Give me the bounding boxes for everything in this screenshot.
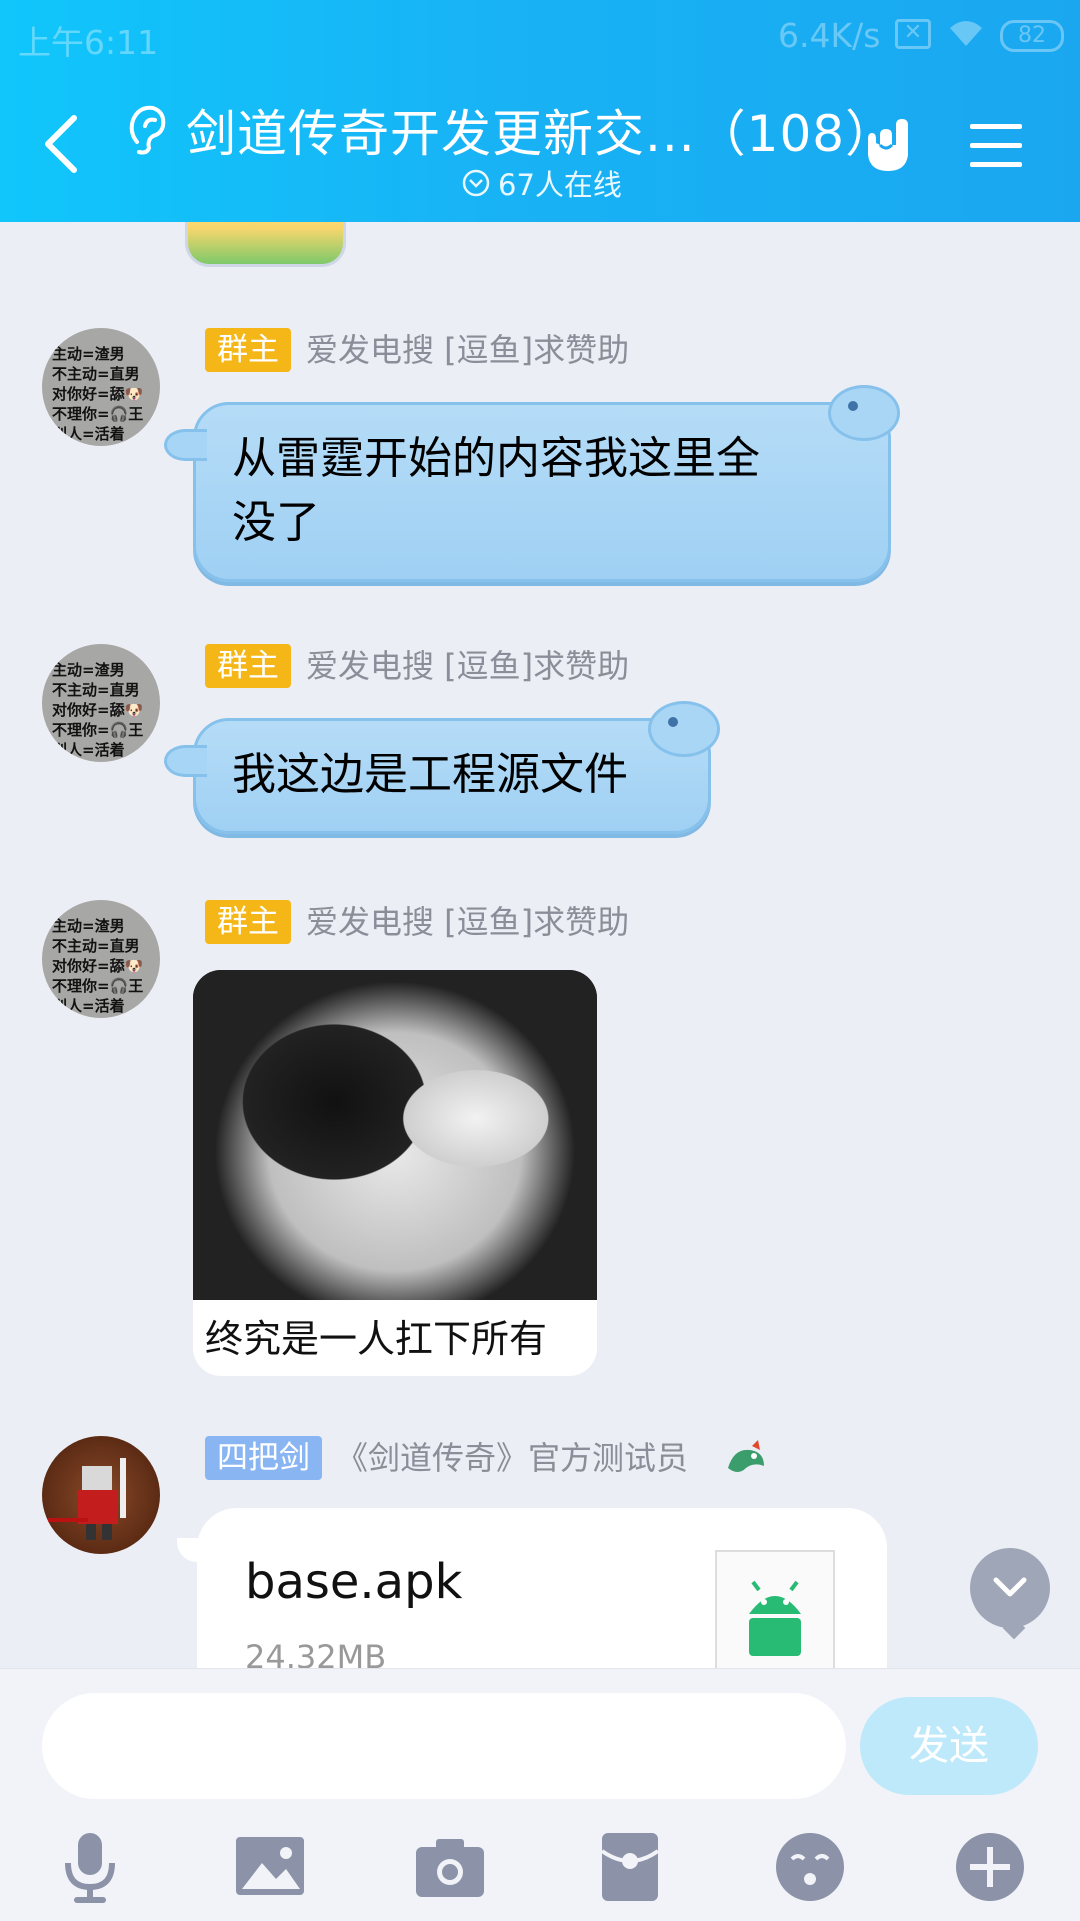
dragon-icon: [728, 1440, 764, 1472]
status-time: 上午6:11: [18, 23, 159, 62]
pixel-warrior-avatar: [48, 1458, 126, 1540]
sim-icon: ✕: [895, 19, 931, 49]
input-panel: 发送: [0, 1668, 1080, 1921]
owner-badge: 群主: [205, 644, 291, 688]
message-input[interactable]: [42, 1693, 846, 1799]
file-message-card[interactable]: base.apk 24.32MB: [177, 1508, 887, 1668]
owner-badge: 群主: [205, 328, 291, 372]
sender-name[interactable]: 《剑道传奇》官方测试员: [336, 1436, 688, 1480]
meme-caption: 终究是一人扛下所有: [205, 1317, 548, 1361]
chevron-down-icon: [993, 1577, 1027, 1597]
chat-list[interactable]: 主动=渣男 不主动=直男 对你好=舔🐶 不理你=🎧王 别人=活着 群主 爱发电搜…: [0, 222, 1080, 1668]
avatar[interactable]: 主动=渣男 不主动=直男 对你好=舔🐶 不理你=🎧王 别人=活着: [42, 900, 160, 1018]
back-button[interactable]: [40, 112, 84, 176]
message-bubble[interactable]: 从雷霆开始的内容我这里全 没了: [164, 385, 900, 582]
wifi-icon: [950, 21, 982, 46]
avatar[interactable]: 主动=渣男 不主动=直男 对你好=舔🐶 不理你=🎧王 别人=活着: [42, 644, 160, 762]
bubble-decoration: [648, 701, 720, 757]
bubble-decoration: [828, 385, 900, 441]
bubble-decoration-eye: [848, 401, 858, 411]
message-text: 我这边是工程源文件: [232, 749, 628, 800]
avatar-text: 主动=渣男 不主动=直男 对你好=舔🐶 不理你=🎧王 别人=活着: [52, 917, 144, 1015]
ear-icon[interactable]: [125, 102, 169, 156]
network-speed: 6.4K/s: [778, 16, 881, 55]
status-bar: 上午6:11 6.4K/s ✕ 82: [0, 0, 1080, 74]
file-name: base.apk: [245, 1554, 463, 1610]
chevron-circle-icon: [462, 169, 490, 197]
bubble-tail: [164, 745, 207, 777]
member-badge: 四把剑: [205, 1436, 322, 1480]
message-text: 从雷霆开始的内容我这里全: [232, 433, 760, 484]
rock-hand-icon[interactable]: [858, 115, 920, 177]
sticker-image-partial[interactable]: [185, 222, 346, 267]
bubble-tail: [164, 429, 207, 461]
sender-name[interactable]: 爱发电搜 [逗鱼]求赞助: [306, 900, 629, 944]
avatar-text: 主动=渣男 不主动=直男 对你好=舔🐶 不理你=🎧王 别人=活着: [52, 345, 144, 443]
owner-badge: 群主: [205, 900, 291, 944]
menu-icon[interactable]: [968, 118, 1024, 174]
message-text: 没了: [232, 497, 320, 548]
file-size: 24.32MB: [245, 1638, 387, 1668]
avatar[interactable]: [42, 1436, 160, 1554]
sender-name[interactable]: 爱发电搜 [逗鱼]求赞助: [306, 644, 629, 688]
red-packet-icon[interactable]: [590, 1827, 670, 1907]
page-title: 剑道传奇开发更新交...（108）: [186, 105, 897, 163]
chat-header: 上午6:11 6.4K/s ✕ 82 剑道传奇开发更新交...（108） 67人…: [0, 0, 1080, 222]
avatar[interactable]: 主动=渣男 不主动=直男 对你好=舔🐶 不理你=🎧王 别人=活着: [42, 328, 160, 446]
image-icon[interactable]: [230, 1827, 310, 1907]
camera-icon[interactable]: [410, 1827, 490, 1907]
sender-name[interactable]: 爱发电搜 [逗鱼]求赞助: [306, 328, 629, 372]
battery-indicator: 82: [1000, 20, 1064, 52]
microphone-icon[interactable]: [50, 1827, 130, 1907]
meme-image[interactable]: 终究是一人扛下所有: [193, 970, 597, 1376]
scroll-to-bottom-button[interactable]: [970, 1548, 1050, 1628]
bubble-decoration-eye: [668, 717, 678, 727]
emoji-icon[interactable]: [770, 1827, 850, 1907]
bubble-tail: [177, 1538, 203, 1562]
plus-icon[interactable]: [950, 1827, 1030, 1907]
avatar-text: 主动=渣男 不主动=直男 对你好=舔🐶 不理你=🎧王 别人=活着: [52, 661, 144, 759]
send-button[interactable]: 发送: [860, 1697, 1038, 1795]
file-type-thumbnail: [715, 1550, 835, 1668]
message-bubble[interactable]: 我这边是工程源文件: [164, 701, 720, 834]
online-count: 67人在线: [462, 162, 622, 204]
android-icon: [749, 1580, 801, 1656]
panda-face-image: [193, 970, 597, 1300]
online-count-label: 67人在线: [498, 168, 622, 202]
